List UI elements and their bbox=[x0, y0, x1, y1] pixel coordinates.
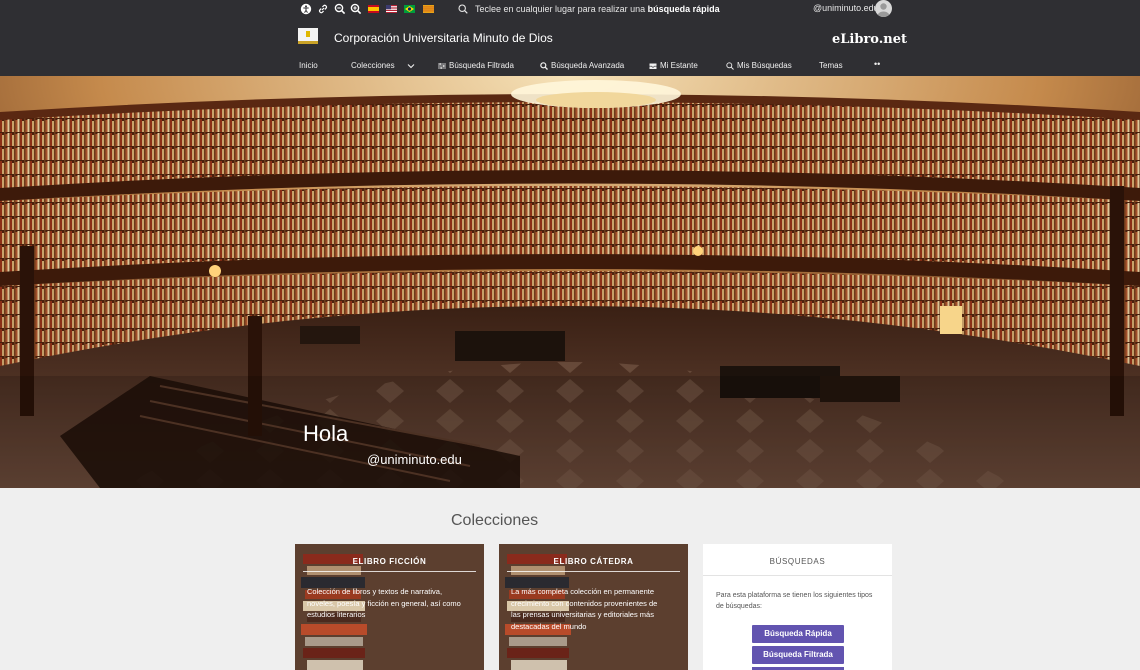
brazil-flag-icon[interactable] bbox=[404, 5, 415, 13]
card-title: ELIBRO FICCIÓN bbox=[352, 557, 427, 566]
panel-title: BÚSQUEDAS bbox=[769, 557, 826, 566]
nav-temas[interactable]: Temas bbox=[819, 61, 843, 70]
card-description: Colección de libros y textos de narrativ… bbox=[307, 587, 461, 619]
user-account-name[interactable]: @uniminuto.edu bbox=[813, 3, 879, 13]
spain-flag-icon[interactable] bbox=[368, 5, 379, 13]
busqueda-filtrada-button[interactable]: Búsqueda Filtrada bbox=[752, 646, 844, 664]
zoom-in-icon[interactable] bbox=[350, 3, 362, 15]
link-icon[interactable] bbox=[317, 3, 329, 15]
brand-bar: Corporación Universitaria Minuto de Dios… bbox=[0, 18, 1140, 58]
chevron-down-icon bbox=[407, 63, 414, 68]
zoom-out-icon[interactable] bbox=[334, 3, 346, 15]
quick-search-hint[interactable]: Teclee en cualquier lugar para realizar … bbox=[458, 3, 720, 15]
hero-banner: Hola @uniminuto.edu bbox=[0, 76, 1140, 488]
card-divider bbox=[303, 571, 476, 572]
panel-divider bbox=[703, 575, 892, 576]
library-photo bbox=[0, 76, 1140, 488]
sliders-icon bbox=[438, 62, 446, 69]
top-toolbar: Teclee en cualquier lugar para realizar … bbox=[0, 0, 1140, 18]
institution-name: Corporación Universitaria Minuto de Dios bbox=[334, 31, 553, 45]
quick-search-text: Teclee en cualquier lugar para realizar … bbox=[475, 4, 720, 14]
nav-colecciones[interactable]: Colecciones bbox=[351, 61, 418, 70]
hero-user: @uniminuto.edu bbox=[367, 452, 462, 467]
nav-more[interactable]: •• bbox=[874, 59, 880, 69]
card-divider bbox=[507, 571, 680, 572]
main-nav: Inicio Colecciones Búsqueda Filtrada Bús… bbox=[0, 58, 1140, 76]
nav-mi-estante[interactable]: Mi Estante bbox=[649, 61, 698, 70]
nav-mis-busquedas[interactable]: Mis Búsquedas bbox=[726, 61, 792, 70]
search-icon bbox=[458, 4, 468, 14]
card-title: ELIBRO CÁTEDRA bbox=[553, 557, 634, 566]
search-icon bbox=[540, 61, 548, 70]
user-icon bbox=[877, 3, 890, 17]
nav-inicio[interactable]: Inicio bbox=[299, 61, 318, 70]
accessibility-icon[interactable] bbox=[300, 3, 312, 15]
collections-title: Colecciones bbox=[451, 512, 539, 529]
collection-card-catedra[interactable]: ELIBRO CÁTEDRA La más completa colección… bbox=[499, 544, 688, 670]
inbox-icon bbox=[649, 63, 657, 69]
usa-flag-icon[interactable] bbox=[386, 5, 397, 13]
hero-greeting: Hola bbox=[303, 421, 349, 446]
panel-description: Para esta plataforma se tienen los sigui… bbox=[716, 592, 873, 610]
elibro-logo[interactable]: eLibro.net bbox=[832, 32, 907, 47]
collection-card-ficcion[interactable]: ELIBRO FICCIÓN Colección de libros y tex… bbox=[295, 544, 484, 670]
institution-logo[interactable] bbox=[298, 28, 318, 44]
catalan-flag-icon[interactable] bbox=[423, 5, 434, 13]
avatar[interactable] bbox=[875, 0, 892, 17]
search-icon bbox=[726, 61, 734, 70]
nav-busqueda-avanzada[interactable]: Búsqueda Avanzada bbox=[540, 61, 624, 70]
nav-busqueda-filtrada[interactable]: Búsqueda Filtrada bbox=[438, 61, 514, 70]
card-description: La más completa colección en permanente … bbox=[511, 587, 658, 631]
busqueda-rapida-button[interactable]: Búsqueda Rápida bbox=[752, 625, 844, 643]
